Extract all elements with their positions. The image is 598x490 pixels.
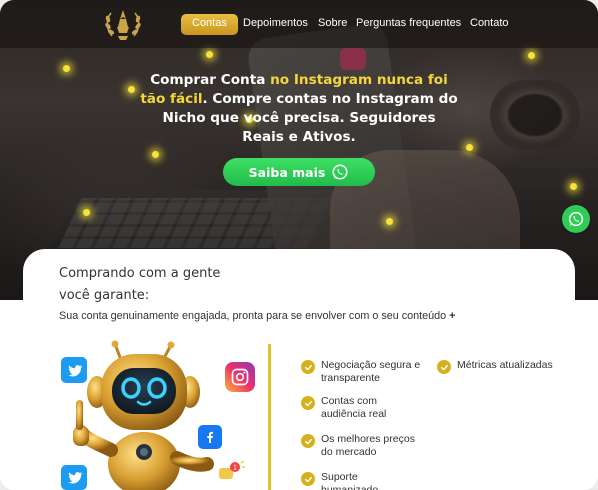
benefits-subtitle: Sua conta genuinamente engajada, pronta … [59,310,456,322]
sparkle [63,65,70,72]
sparkle [386,218,393,225]
feature-item: Os melhores preços do mercado [301,433,433,459]
svg-text:1: 1 [233,465,237,472]
twitter-icon [61,465,87,490]
nav-item-sobre[interactable]: Sobre [318,17,347,29]
whatsapp-icon [568,211,584,227]
sparkle [466,144,473,151]
feature-item: Negociação segura e transparente [301,359,433,385]
nav-item-perguntas-frequentes[interactable]: Perguntas frequentes [356,17,461,29]
saiba-mais-button[interactable]: Saiba mais [223,158,375,186]
nav-item-contato[interactable]: Contato [470,17,509,29]
sparkle [152,151,159,158]
whatsapp-icon [332,164,348,180]
nav-item-contas[interactable]: Contas [181,14,238,35]
vertical-divider [268,344,271,490]
sparkle [570,183,577,190]
nav-item-depoimentos[interactable]: Depoimentos [243,17,308,29]
sparkle [83,209,90,216]
feature-label: Métricas atualizadas [457,359,553,371]
notification-icon: 1 [219,460,245,483]
instagram-icon [225,362,255,392]
feature-label: Os melhores preços do mercado [321,433,415,458]
check-icon [301,396,315,410]
check-icon [437,360,451,374]
sparkle [206,51,213,58]
brand-logo[interactable] [103,5,143,43]
benefits-title-line2: você garante: [59,288,150,303]
check-icon [301,472,315,486]
saiba-mais-label: Saiba mais [248,164,326,180]
feature-label: Suporte humanizado [321,471,379,490]
twitter-icon [61,357,87,383]
feature-item: Métricas atualizadas [437,359,567,374]
sparkle [128,86,135,93]
hero-headline: Comprar Conta no Instagram nunca foi tão… [140,72,458,145]
page: Contas Depoimentos Sobre Perguntas frequ… [0,0,598,490]
feature-item: Contas com audiência real [301,395,433,421]
feature-label: Negociação segura e transparente [321,359,421,384]
top-navigation: Contas Depoimentos Sobre Perguntas frequ… [0,0,598,48]
check-icon [301,434,315,448]
sparkle-icon: + [449,310,456,322]
sparkle [528,52,535,59]
whatsapp-floating-button[interactable] [562,205,590,233]
check-icon [301,360,315,374]
facebook-icon [198,425,222,449]
feature-item: Suporte humanizado [301,471,433,490]
benefits-title-line1: Comprando com a gente [59,266,221,281]
feature-label: Contas com audiência real [321,395,387,420]
